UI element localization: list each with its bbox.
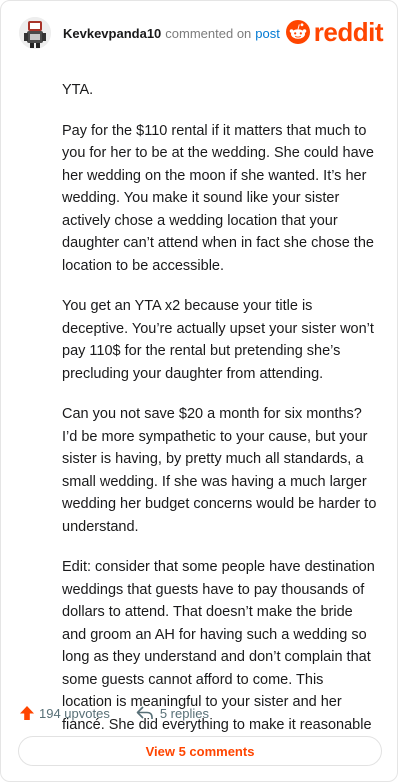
view-comments-button[interactable]: View 5 comments bbox=[18, 736, 382, 766]
replies-count: 5 replies bbox=[159, 705, 209, 721]
commented-on-text: commented on bbox=[165, 25, 252, 41]
avatar[interactable] bbox=[19, 17, 51, 49]
comment-paragraph: YTA. bbox=[62, 82, 94, 98]
reply-arrow-icon bbox=[136, 706, 153, 719]
replies-button[interactable]: 5 replies bbox=[136, 705, 209, 721]
post-link[interactable]: post bbox=[255, 26, 280, 41]
reddit-wordmark: reddit bbox=[313, 17, 384, 47]
reddit-snoo-icon bbox=[285, 20, 310, 44]
upvote-arrow-icon bbox=[20, 706, 34, 720]
username[interactable]: Kevkevpanda10 bbox=[63, 26, 161, 41]
comment-card: Kevkevpanda10 commented on post reddit YTA… bbox=[0, 0, 398, 782]
comment-actions: 194 upvotes 5 replies bbox=[19, 701, 381, 725]
comment-header: Kevkevpanda10 commented on post reddit bbox=[19, 13, 384, 53]
upvote-count: 194 upvotes bbox=[39, 705, 110, 721]
upvote-button[interactable]: 194 upvotes bbox=[19, 705, 110, 721]
reddit-logo[interactable]: reddit bbox=[285, 17, 384, 47]
comment-paragraph: You get an YTA x2 because your title is … bbox=[62, 298, 374, 382]
comment-body: YTA. Pay for the $110 rental if it matte… bbox=[62, 79, 377, 754]
comment-paragraph: Pay for the $110 rental if it matters th… bbox=[62, 122, 374, 274]
comment-paragraph: Can you not save $20 a month for six mon… bbox=[62, 406, 377, 535]
comment-meta: Kevkevpanda10 commented on post bbox=[63, 26, 280, 41]
